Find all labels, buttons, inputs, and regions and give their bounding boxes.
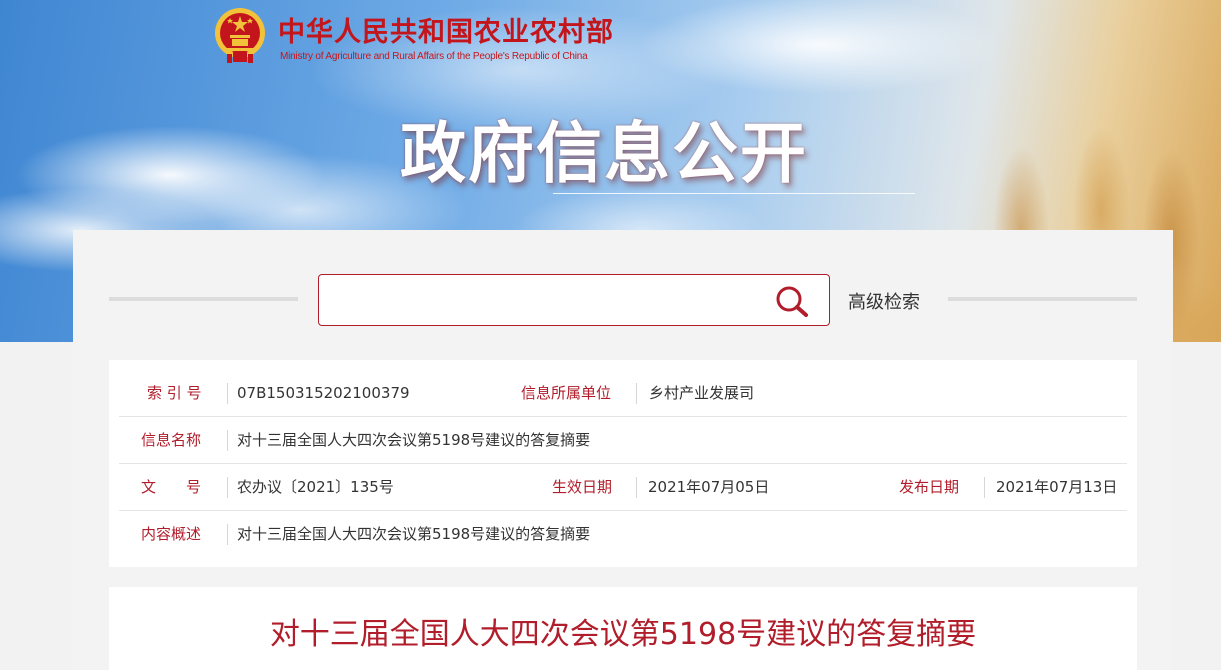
info-name-value: 对十三届全国人大四次会议第5198号建议的答复摘要	[237, 431, 591, 449]
publish-date-value: 2021年07月13日	[996, 478, 1118, 496]
national-emblem-icon	[215, 8, 265, 63]
search-divider-left	[109, 297, 298, 301]
publish-date-label: 发布日期	[899, 478, 960, 496]
summary-value: 对十三届全国人大四次会议第5198号建议的答复摘要	[237, 525, 591, 543]
column-divider	[636, 477, 637, 498]
column-divider	[227, 524, 228, 545]
unit-value: 乡村产业发展司	[649, 384, 755, 402]
column-divider	[227, 430, 228, 451]
index-number-value: 07B150315202100379	[237, 384, 410, 402]
search-icon[interactable]	[774, 284, 810, 318]
page-heading: 政府信息公开	[400, 115, 808, 192]
ministry-name-cn[interactable]: 中华人民共和国农业农村部	[278, 10, 614, 49]
effective-date-value: 2021年07月05日	[648, 478, 770, 496]
doc-number-label: 文 号	[141, 478, 202, 496]
effective-date-label: 生效日期	[552, 478, 613, 496]
summary-label: 内容概述	[141, 525, 202, 543]
document-metadata-table: 索 引 号 07B150315202100379 信息所属单位 乡村产业发展司 …	[109, 360, 1137, 567]
metadata-row-docno: 文 号 农办议〔2021〕135号 生效日期 2021年07月05日 发布日期 …	[119, 464, 1127, 511]
document-title-card: 对十三届全国人大四次会议第5198号建议的答复摘要	[109, 587, 1137, 670]
search-input[interactable]	[331, 285, 761, 315]
info-name-label: 信息名称	[141, 431, 202, 449]
column-divider	[984, 477, 985, 498]
advanced-search-link[interactable]: 高级检索	[848, 288, 920, 314]
metadata-row-name: 信息名称 对十三届全国人大四次会议第5198号建议的答复摘要	[119, 417, 1127, 464]
search-divider-right	[948, 297, 1137, 301]
metadata-row-index: 索 引 号 07B150315202100379 信息所属单位 乡村产业发展司	[119, 370, 1127, 417]
column-divider	[227, 383, 228, 404]
heading-underline	[553, 193, 915, 194]
index-number-label: 索 引 号	[147, 384, 202, 402]
search-box	[318, 274, 830, 326]
unit-label: 信息所属单位	[521, 384, 612, 402]
column-divider	[227, 477, 228, 498]
doc-number-value: 农办议〔2021〕135号	[237, 478, 394, 496]
metadata-row-summary: 内容概述 对十三届全国人大四次会议第5198号建议的答复摘要	[119, 511, 1127, 558]
column-divider	[636, 383, 637, 404]
document-title: 对十三届全国人大四次会议第5198号建议的答复摘要	[269, 617, 977, 652]
ministry-name-en: Ministry of Agriculture and Rural Affair…	[280, 51, 588, 62]
